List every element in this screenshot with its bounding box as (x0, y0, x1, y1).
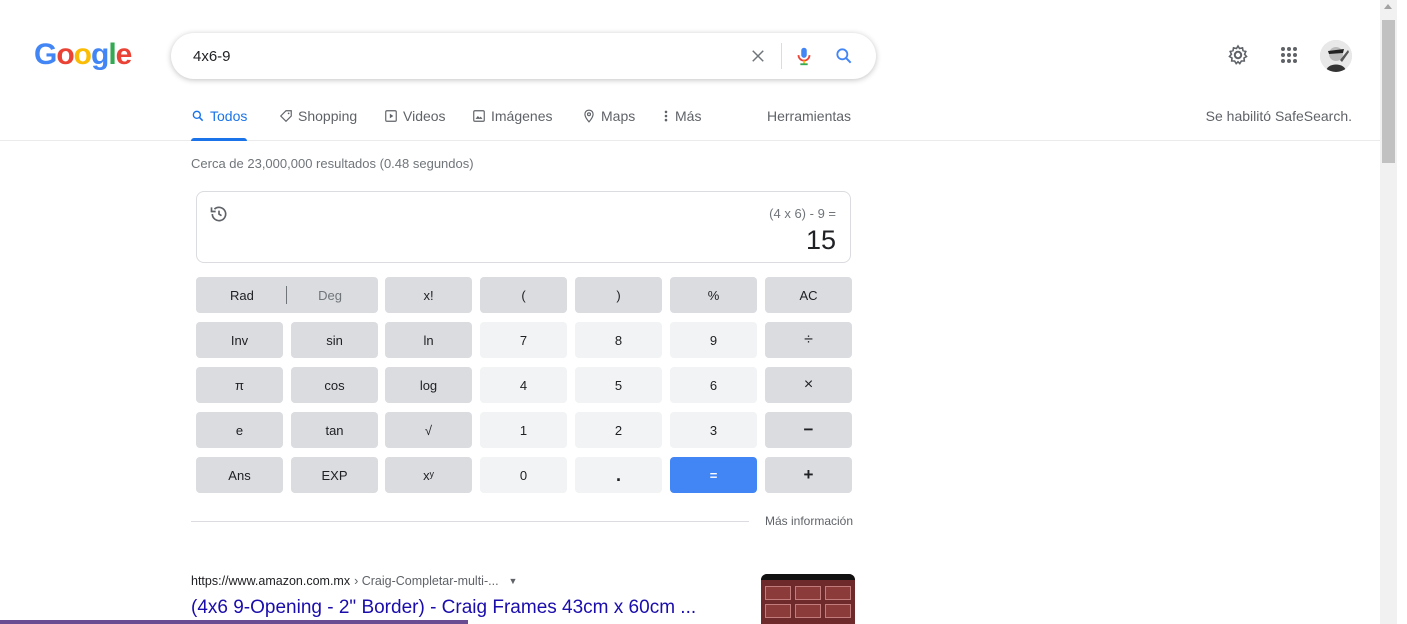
key-factorial[interactable]: x! (385, 277, 472, 313)
key-e[interactable]: e (196, 412, 283, 448)
key-3[interactable]: 3 (670, 412, 757, 448)
key-tan[interactable]: tan (291, 412, 378, 448)
tab-videos[interactable]: Videos (384, 108, 446, 141)
key-2[interactable]: 2 (575, 412, 662, 448)
settings-button[interactable] (1226, 43, 1250, 67)
rad-deg-toggle[interactable]: Rad Deg (196, 277, 378, 313)
account-avatar[interactable] (1320, 40, 1352, 72)
search-button[interactable] (831, 43, 857, 69)
google-apps-button[interactable] (1277, 43, 1301, 67)
microphone-icon (797, 47, 811, 66)
gear-icon (1228, 44, 1248, 65)
key-percent[interactable]: % (670, 277, 757, 313)
key-4[interactable]: 4 (480, 367, 567, 403)
result-stats: Cerca de 23,000,000 resultados (0.48 seg… (191, 156, 474, 171)
more-info-divider (191, 521, 749, 522)
scroll-thumb[interactable] (1382, 20, 1395, 163)
key-sin[interactable]: sin (291, 322, 378, 358)
search-icon (192, 110, 204, 122)
result-domain: https://www.amazon.com.mx (191, 574, 351, 588)
tools-button[interactable]: Herramientas (767, 108, 851, 124)
close-icon (752, 50, 764, 62)
tab-maps[interactable]: Maps (582, 108, 635, 141)
tab-todos[interactable]: Todos (191, 108, 248, 141)
video-icon (385, 110, 397, 122)
thumbnail-cell (765, 586, 791, 600)
tab-mas[interactable]: Más (662, 108, 701, 141)
result-path: › Craig-Completar-multi-... (354, 574, 499, 588)
key-multiply[interactable]: × (765, 367, 852, 403)
result-menu-button[interactable]: ▼ (509, 576, 518, 586)
voice-search-button[interactable] (791, 43, 817, 69)
key-1[interactable]: 1 (480, 412, 567, 448)
key-0[interactable]: 0 (480, 457, 567, 493)
search-divider (781, 43, 782, 69)
thumbnail-cell (795, 586, 821, 600)
search-box (171, 33, 876, 79)
search-icon (836, 48, 852, 64)
image-icon (473, 110, 485, 122)
key-plus[interactable]: + (765, 457, 852, 493)
rad-deg-separator (285, 286, 287, 304)
deg-label[interactable]: Deg (318, 288, 342, 303)
key-decimal[interactable]: . (575, 457, 662, 493)
result-url[interactable]: https://www.amazon.com.mx › Craig-Comple… (191, 574, 517, 588)
avatar-image (1320, 40, 1352, 72)
thumbnail-cell (825, 586, 851, 600)
more-info-link[interactable]: Más información (765, 514, 853, 528)
key-cos[interactable]: cos (291, 367, 378, 403)
key-8[interactable]: 8 (575, 322, 662, 358)
key-all-clear[interactable]: AC (765, 277, 852, 313)
tab-imagenes[interactable]: Imágenes (472, 108, 552, 141)
page-bottom-bar (0, 620, 468, 624)
rad-label[interactable]: Rad (230, 288, 254, 303)
more-vert-icon (664, 110, 668, 122)
scroll-up-arrow[interactable] (1384, 4, 1392, 9)
calculator-display: (4 x 6) - 9 = 15 (196, 191, 851, 263)
key-9[interactable]: 9 (670, 322, 757, 358)
tag-icon (279, 110, 292, 123)
key-divide[interactable]: ÷ (765, 322, 852, 358)
key-7[interactable]: 7 (480, 322, 567, 358)
key-right-paren[interactable]: ) (575, 277, 662, 313)
key-power[interactable]: xʸ (385, 457, 472, 493)
calculator-result: 15 (805, 225, 836, 255)
key-sqrt[interactable]: √ (385, 412, 472, 448)
safesearch-status[interactable]: Se habilitó SafeSearch. (1206, 108, 1352, 124)
tab-shopping[interactable]: Shopping (279, 108, 357, 141)
key-6[interactable]: 6 (670, 367, 757, 403)
result-title-link[interactable]: (4x6 9-Opening - 2" Border) - Craig Fram… (191, 597, 696, 619)
key-left-paren[interactable]: ( (480, 277, 567, 313)
result-thumbnail[interactable] (761, 574, 855, 624)
vertical-scrollbar[interactable] (1380, 0, 1397, 624)
search-input[interactable] (193, 45, 733, 67)
map-pin-icon (584, 109, 594, 123)
thumbnail-cell (795, 604, 821, 618)
key-pi[interactable]: π (196, 367, 283, 403)
history-button[interactable] (209, 204, 229, 224)
key-ln[interactable]: ln (385, 322, 472, 358)
thumbnail-cell (825, 604, 851, 618)
thumbnail-frame-grid (761, 580, 855, 624)
history-icon (210, 206, 227, 222)
key-minus[interactable]: − (765, 412, 852, 448)
key-inverse[interactable]: Inv (196, 322, 283, 358)
key-5[interactable]: 5 (575, 367, 662, 403)
apps-grid-icon (1281, 47, 1297, 63)
key-log[interactable]: log (385, 367, 472, 403)
clear-button[interactable] (747, 45, 769, 67)
calculator-expression: (4 x 6) - 9 = (769, 206, 836, 221)
key-equals[interactable]: = (670, 457, 757, 493)
key-exp[interactable]: EXP (291, 457, 378, 493)
thumbnail-cell (765, 604, 791, 618)
search-tabs: Todos Shopping Videos Imágenes Maps Más … (0, 100, 1380, 141)
key-answer[interactable]: Ans (196, 457, 283, 493)
google-logo[interactable]: Google (34, 38, 132, 72)
